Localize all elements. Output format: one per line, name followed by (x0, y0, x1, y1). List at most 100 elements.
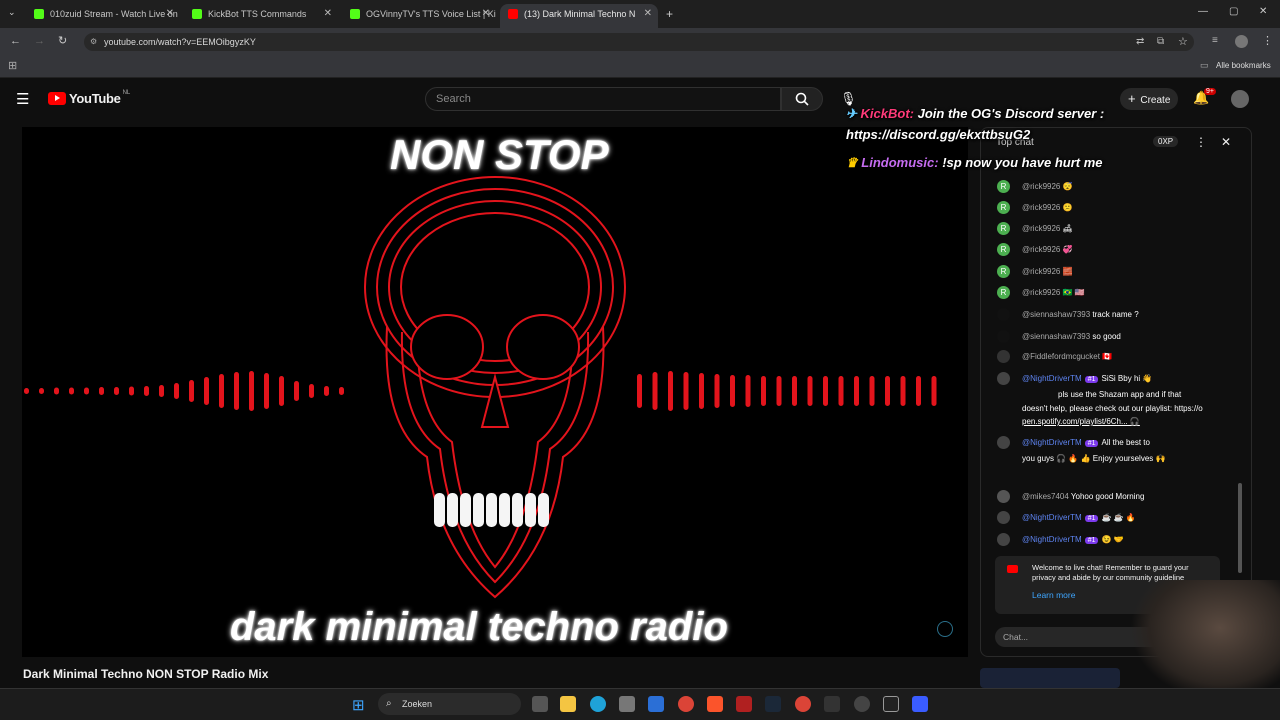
user-avatar[interactable] (1231, 90, 1249, 108)
chat-author[interactable]: @NightDriverTM (1022, 513, 1082, 522)
chat-message: @rick9926 🛋 (1022, 224, 1073, 233)
chat-message: @rick9926 🧱 (1022, 267, 1073, 276)
close-tab-icon[interactable]: ✕ (324, 4, 332, 24)
chrome-icon[interactable] (678, 696, 694, 712)
forward-icon[interactable]: → (34, 35, 45, 47)
waveform-bar (69, 387, 74, 395)
skull-teeth (434, 493, 549, 527)
tab-list-chevron-icon[interactable]: ⌄ (8, 7, 16, 18)
youtube-play-icon (48, 92, 66, 105)
tooth (512, 493, 523, 527)
chat-message-continuation: doesn't help, please check out our playl… (1022, 404, 1203, 413)
chat-author[interactable]: @siennashaw7393 (1022, 332, 1090, 341)
create-button[interactable]: + Create (1120, 88, 1178, 110)
chat-author[interactable]: @mikes7404 (1022, 492, 1069, 501)
task-view-icon[interactable] (532, 696, 548, 712)
all-bookmarks-link[interactable]: Alle bookmarks (1216, 61, 1271, 70)
app-icon[interactable] (912, 696, 928, 712)
close-chat-icon[interactable]: ✕ (1221, 135, 1231, 149)
obs-icon[interactable] (854, 696, 870, 712)
overlay-chat-line: ♛ Lindomusic: !sp now you have hurt me (846, 155, 1103, 171)
waveform-bar (174, 383, 179, 399)
close-tab-icon[interactable]: ✕ (644, 4, 652, 24)
file-explorer-icon[interactable] (560, 696, 576, 712)
close-tab-icon[interactable]: ✕ (482, 4, 490, 24)
chat-author[interactable]: @Fiddlefordmcgucket (1022, 352, 1100, 361)
app-icon[interactable] (883, 696, 899, 712)
tooth (447, 493, 458, 527)
microphone-icon[interactable]: 🎙 (840, 91, 857, 107)
browser-tab[interactable]: 010zuid Stream - Watch Live on ✕ (26, 4, 180, 28)
chat-author[interactable]: @siennashaw7393 (1022, 310, 1090, 319)
tooth (525, 493, 536, 527)
close-tab-icon[interactable]: ✕ (166, 4, 174, 24)
address-bar[interactable]: ⚙ youtube.com/watch?v=EEMOibgyzKY (84, 33, 1194, 51)
chat-text: All the best to (1101, 438, 1150, 447)
close-window-icon[interactable]: ✕ (1259, 6, 1267, 17)
tooth (460, 493, 471, 527)
chat-text: pen.spotify.com/playlist/6Ch... 🎧 (1022, 417, 1140, 426)
browser-tab-active[interactable]: (13) Dark Minimal Techno N ✕ (500, 4, 658, 28)
reading-list-icon[interactable]: ≡ (1212, 35, 1218, 46)
youtube-logo-text: YouTube (69, 91, 121, 106)
terminal-icon[interactable] (824, 696, 840, 712)
install-icon[interactable]: ⧉ (1157, 36, 1164, 47)
chat-author[interactable]: @NightDriverTM (1022, 535, 1082, 544)
waveform-bar (854, 376, 859, 406)
url-text: youtube.com/watch?v=EEMOibgyzKY (104, 37, 256, 47)
chat-text: track name ? (1092, 310, 1139, 319)
chrome-active-icon[interactable] (795, 696, 811, 712)
store-icon[interactable] (619, 696, 635, 712)
apps-grid-icon[interactable]: ⊞ (8, 59, 17, 72)
search-button[interactable] (781, 87, 823, 111)
video-overlay-title: NON STOP (390, 131, 609, 178)
chat-author[interactable]: @rick9926 (1022, 182, 1060, 191)
video-title: Dark Minimal Techno NON STOP Radio Mix (23, 667, 269, 681)
chat-message: @NightDriverTM #1 😉 🤝 (1022, 535, 1124, 544)
channel-watermark-icon[interactable] (937, 621, 953, 637)
chat-message: @rick9926 💞 (1022, 245, 1073, 254)
waveform-bar (234, 372, 239, 410)
chat-menu-icon[interactable]: ⋮ (1195, 135, 1207, 149)
chat-author[interactable]: @NightDriverTM (1022, 438, 1082, 447)
chat-author[interactable]: @rick9926 (1022, 245, 1060, 254)
browser-menu-icon[interactable]: ⋮ (1262, 34, 1273, 47)
site-info-icon[interactable]: ⚙ (90, 33, 97, 51)
plus-icon[interactable]: + (666, 7, 673, 21)
chat-author[interactable]: @rick9926 (1022, 203, 1060, 212)
taskbar-search[interactable]: ⌕ Zoeken (378, 693, 521, 715)
xp-badge[interactable]: 0XP (1153, 136, 1179, 147)
bookmark-star-icon[interactable]: ☆ (1178, 35, 1188, 48)
hamburger-menu-icon[interactable]: ☰ (16, 90, 29, 108)
region-code: NL (122, 89, 131, 96)
waveform-bar (24, 388, 29, 394)
waveform-bar (54, 387, 59, 395)
steam-icon[interactable] (765, 696, 781, 712)
chat-message: @NightDriverTM #1 All the best to (1022, 438, 1150, 447)
kick-icon (34, 9, 44, 19)
video-player[interactable]: NON STOP dark minimal techno radio (22, 127, 968, 657)
back-icon[interactable]: ← (10, 35, 21, 47)
edge-icon[interactable] (590, 696, 606, 712)
chat-author[interactable]: @NightDriverTM (1022, 374, 1082, 383)
youtube-icon (508, 9, 518, 19)
chat-author[interactable]: @rick9926 (1022, 288, 1060, 297)
mail-icon[interactable] (648, 696, 664, 712)
reload-icon[interactable]: ↻ (58, 34, 67, 47)
translate-icon[interactable]: ⇄ (1136, 36, 1144, 47)
search-input[interactable]: Search (425, 87, 781, 111)
windows-start-icon[interactable]: ⊞ (352, 696, 365, 714)
chat-scrollbar[interactable] (1238, 483, 1242, 573)
brave-icon[interactable] (707, 696, 723, 712)
voicemeeter-icon[interactable] (736, 696, 752, 712)
minimize-icon[interactable]: — (1198, 6, 1208, 17)
browser-tab[interactable]: OGVinnyTV's TTS Voice List | Ki ✕ (342, 4, 496, 28)
profile-avatar[interactable] (1235, 35, 1248, 48)
chat-message: @NightDriverTM #1 ☕ ☕ 🔥 (1022, 513, 1136, 522)
youtube-logo[interactable]: YouTube NL (48, 89, 131, 106)
chat-author[interactable]: @rick9926 (1022, 267, 1060, 276)
maximize-icon[interactable]: ▢ (1229, 6, 1238, 17)
browser-tab[interactable]: KickBot TTS Commands ✕ (184, 4, 338, 28)
chat-author[interactable]: @rick9926 (1022, 224, 1060, 233)
learn-more-link[interactable]: Learn more (1032, 590, 1075, 600)
